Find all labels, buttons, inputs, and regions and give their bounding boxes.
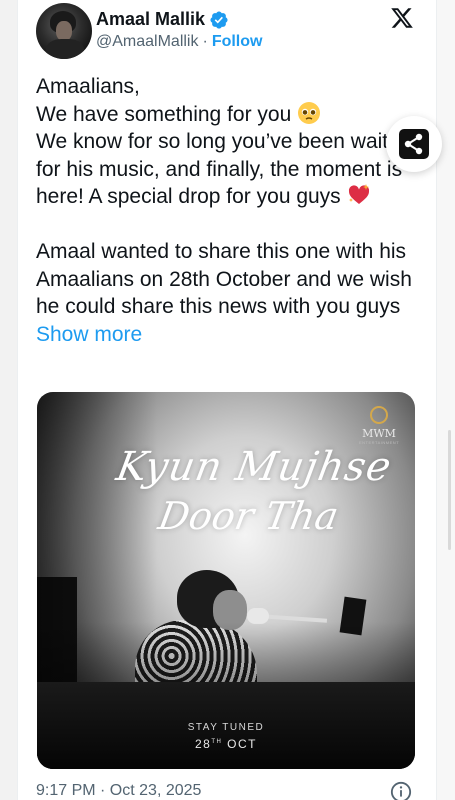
tweet-paragraph: Amaal wanted to share this one with his … <box>36 240 412 346</box>
share-button[interactable] <box>386 116 442 172</box>
avatar[interactable] <box>36 3 92 59</box>
tweet-line: We know for so long you’ve been waiting … <box>36 130 417 208</box>
follow-button[interactable]: Follow <box>212 33 263 51</box>
x-logo-icon[interactable] <box>389 6 415 30</box>
avatar-body <box>46 39 84 59</box>
mwm-logo: MWM ENTERTAINMENT <box>359 406 399 445</box>
tweet-text: Amaalians, We have something for you We … <box>36 73 431 348</box>
separator-dot: · <box>202 33 208 50</box>
poster-stay-tuned: STAY TUNED <box>187 722 265 733</box>
tweet-timestamp[interactable]: 9:17 PM · Oct 23, 2025 <box>36 782 201 800</box>
scroll-edge <box>437 0 455 800</box>
author-handle[interactable]: @AmaalMallik <box>96 33 198 51</box>
handle-row: @AmaalMallik · Follow <box>96 33 262 51</box>
author-name[interactable]: Amaal Mallik <box>96 9 205 30</box>
verified-badge-icon <box>210 10 228 29</box>
poster-title-line1: Kyun Mujhse <box>112 444 396 490</box>
avatar-face <box>56 21 72 41</box>
tweet-media-image[interactable]: MWM ENTERTAINMENT Kyun Mujhse Door Tha S… <box>37 392 415 769</box>
show-more-link[interactable]: Show more <box>36 323 142 346</box>
scrollbar-thumb[interactable] <box>448 430 451 550</box>
author-name-row[interactable]: Amaal Mallik <box>96 9 229 30</box>
share-icon <box>399 129 429 159</box>
poster-date: 28TH OCT <box>194 737 258 751</box>
mwm-logo-text: MWM <box>362 427 396 440</box>
mwm-logo-ring-icon <box>370 406 388 424</box>
poster-title-line2: Door Tha <box>155 494 342 538</box>
info-icon[interactable] <box>390 781 412 800</box>
pleading-face-emoji <box>298 101 321 124</box>
tweet-line: We have something for you <box>36 101 431 129</box>
tweet-line: Amaalians, <box>36 75 140 98</box>
sparkling-heart-emoji <box>348 184 369 204</box>
